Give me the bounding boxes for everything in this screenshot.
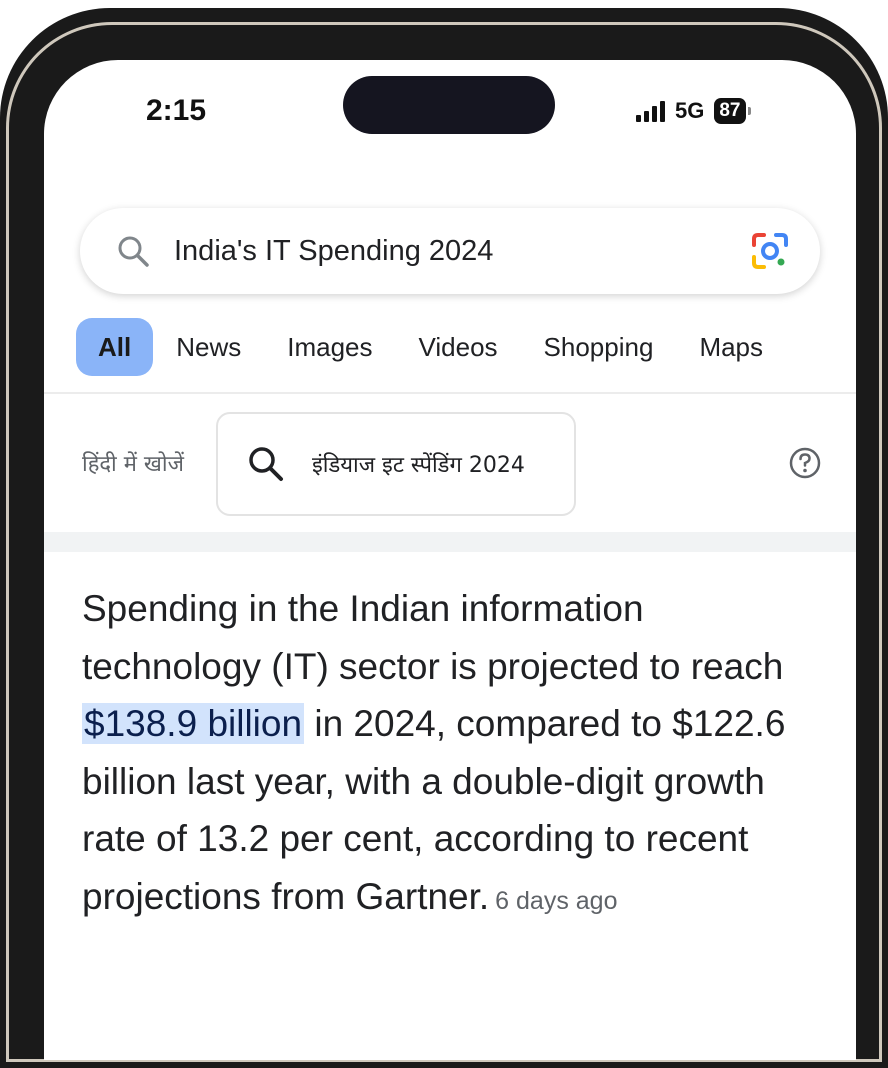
hindi-search-chip[interactable]: इंडियाज इट स्पेंडिंग 2024 (216, 412, 576, 516)
hindi-search-label: हिंदी में खोजें (82, 452, 184, 477)
status-time: 2:15 (146, 94, 207, 127)
phone-frame: 2:15 5G 87 India's IT Spending 2024 All … (0, 8, 888, 1068)
snippet-highlight: $138.9 billion (82, 703, 305, 744)
tab-maps[interactable]: Maps (676, 318, 786, 376)
phone-screen: 2:15 5G 87 India's IT Spending 2024 All … (44, 60, 856, 1060)
signal-icon (636, 100, 665, 122)
snippet-date: 6 days ago (495, 886, 618, 915)
search-input[interactable]: India's IT Spending 2024 (174, 235, 748, 268)
tab-images[interactable]: Images (264, 318, 395, 376)
tab-all[interactable]: All (76, 318, 154, 376)
search-bar[interactable]: India's IT Spending 2024 (80, 208, 820, 294)
search-icon (249, 447, 283, 481)
tab-videos[interactable]: Videos (396, 318, 521, 376)
status-indicators: 5G 87 (636, 96, 751, 126)
tab-news[interactable]: News (153, 318, 264, 376)
network-label: 5G (675, 98, 705, 123)
battery-icon: 87 (714, 98, 751, 124)
search-tabs: All News Images Videos Shopping Maps (76, 318, 786, 376)
featured-snippet: Spending in the Indian information techn… (82, 580, 822, 930)
dynamic-island (343, 76, 555, 134)
search-icon (106, 224, 160, 278)
tabs-divider (44, 392, 856, 394)
hindi-search-suggestion: इंडियाज इट स्पेंडिंग 2024 (312, 453, 525, 478)
google-lens-icon[interactable] (748, 229, 792, 273)
section-divider (44, 532, 856, 552)
tab-shopping[interactable]: Shopping (521, 318, 677, 376)
snippet-text: Spending in the Indian information techn… (82, 588, 784, 687)
help-icon[interactable] (788, 446, 822, 480)
